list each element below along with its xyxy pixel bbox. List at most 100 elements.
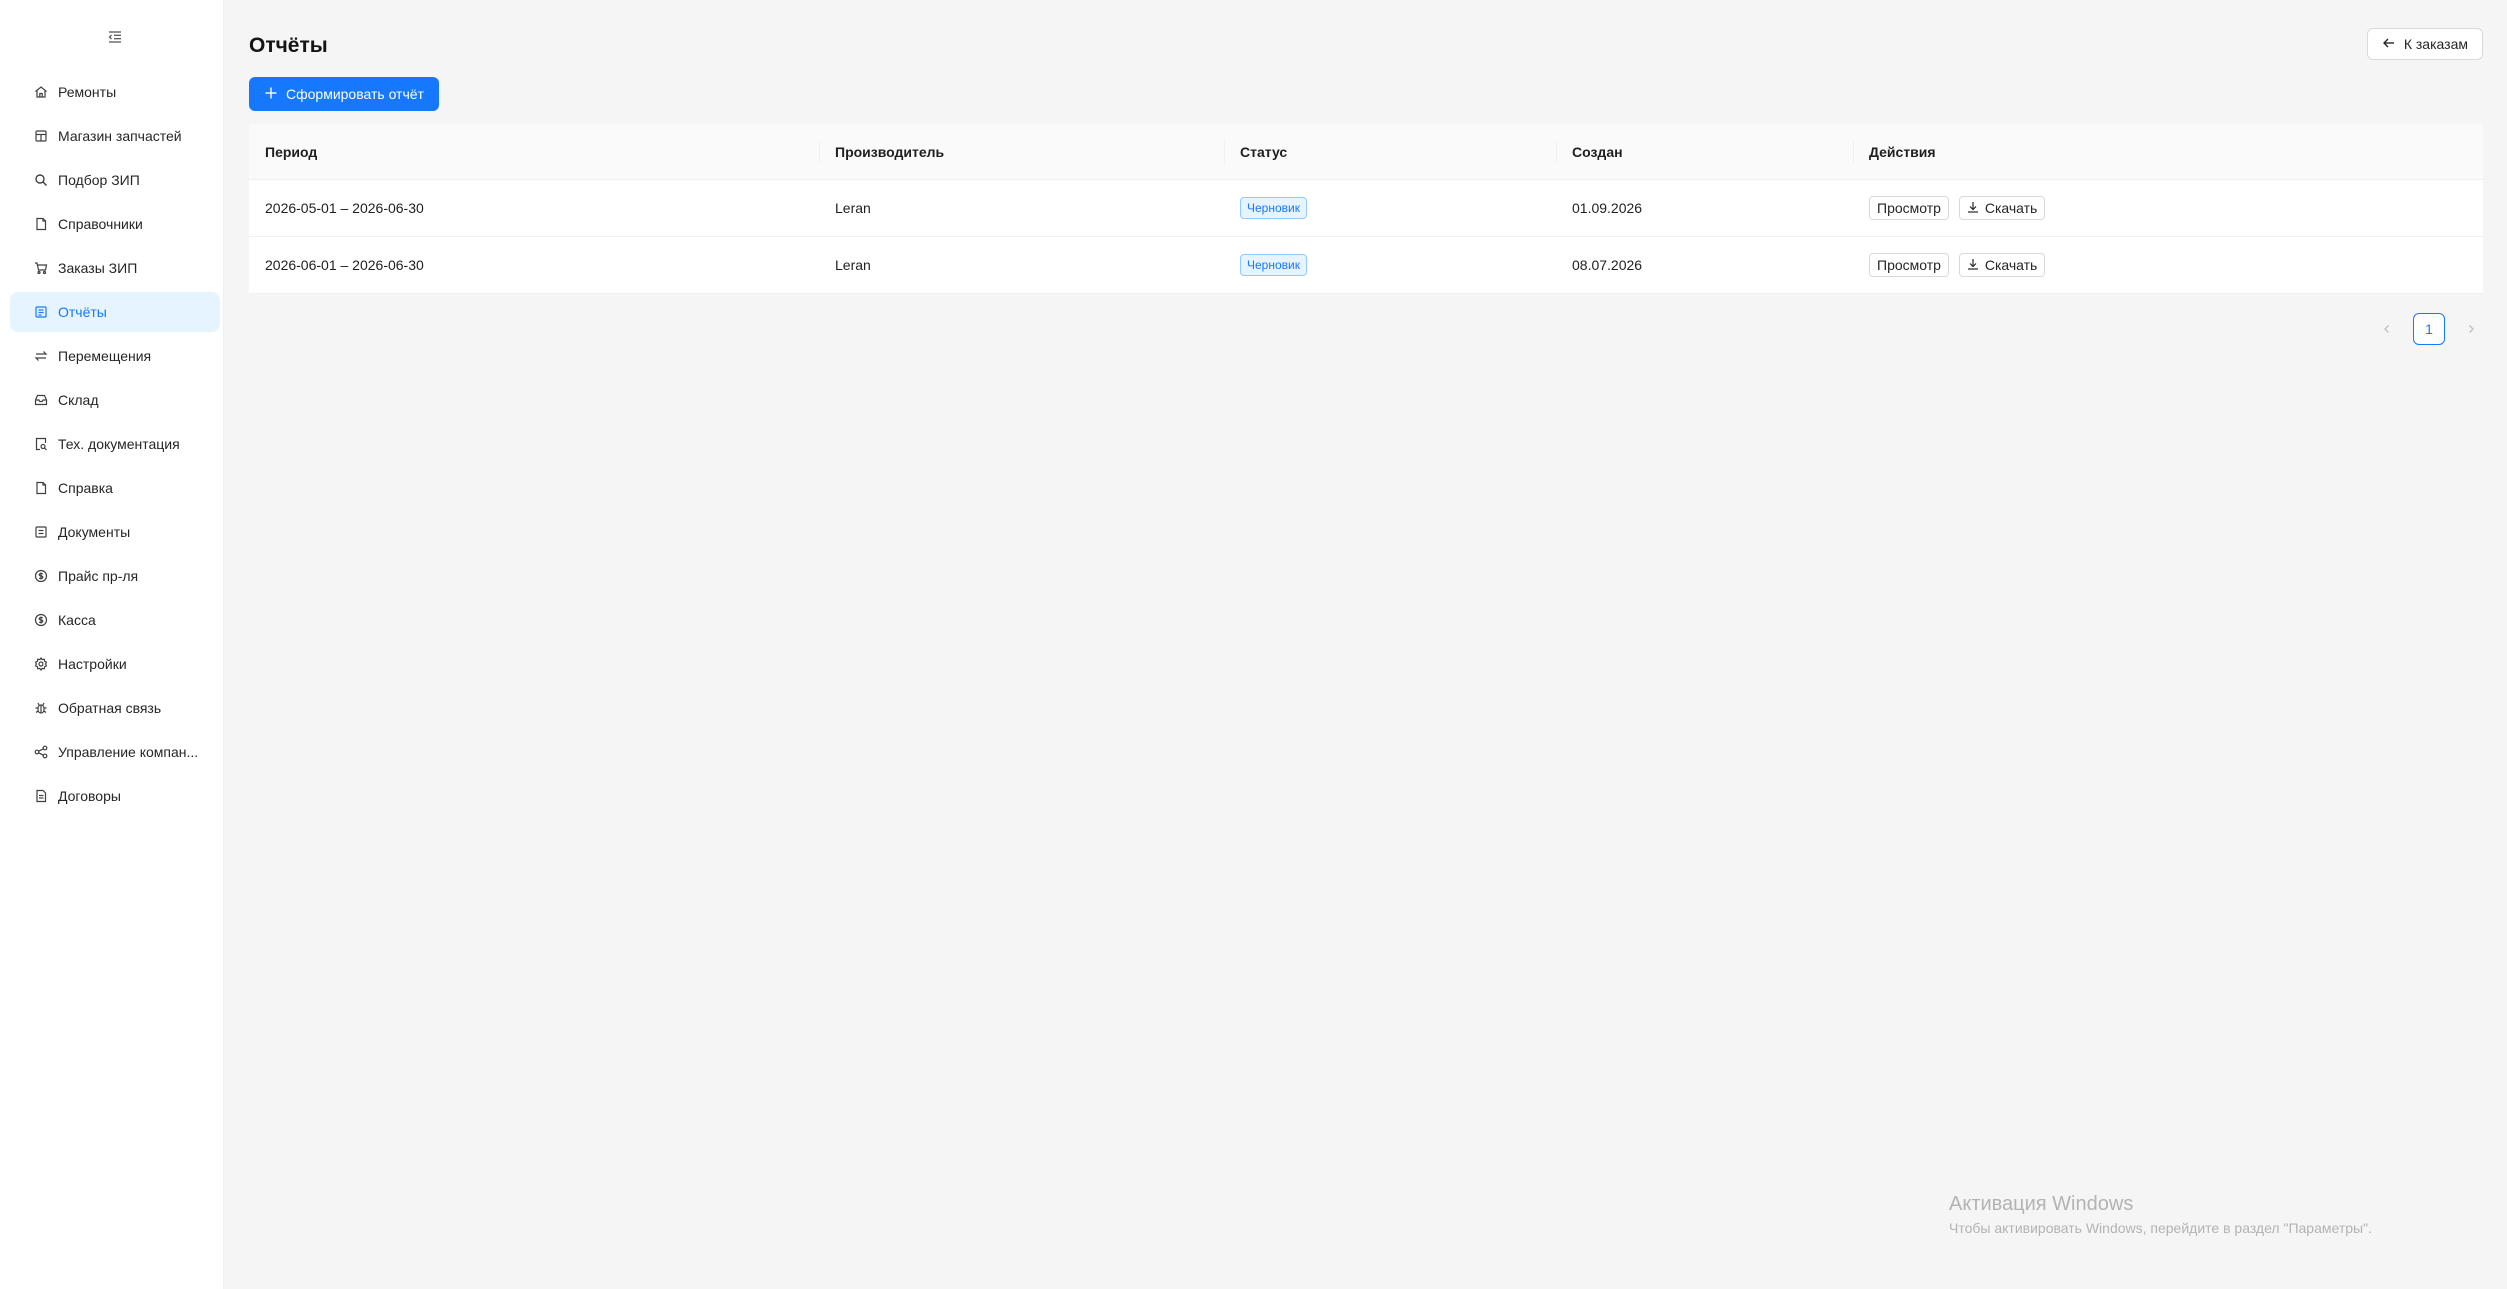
status-badge: Черновик (1240, 254, 1307, 276)
watermark-title: Активация Windows (1949, 1193, 2134, 1215)
reports-table: Период Производитель Статус Создан Дейст… (249, 124, 2483, 294)
arrow-left-icon (2382, 36, 2396, 53)
create-report-button[interactable]: Сформировать отчёт (249, 77, 439, 111)
watermark-subtitle: Чтобы активировать Windows, перейдите в … (1949, 1220, 2372, 1236)
download-button[interactable]: Скачать (1958, 253, 2046, 277)
view-label: Просмотр (1877, 200, 1941, 216)
sidebar-item-label: Документы (58, 524, 131, 540)
swap-icon (34, 349, 48, 363)
page-title: Отчёты (249, 34, 328, 57)
book-icon (34, 481, 48, 495)
cell-status: Черновик (1224, 254, 1556, 276)
sidebar-item-repairs[interactable]: Ремонты (10, 72, 220, 112)
main-content: Отчёты К заказам Сформировать отчёт Пери… (225, 0, 2507, 1289)
settings-icon (34, 657, 48, 671)
sidebar-item-label: Заказы ЗИП (58, 260, 138, 276)
download-button[interactable]: Скачать (1958, 196, 2046, 220)
cart-icon (34, 261, 48, 275)
cell-status: Черновик (1224, 197, 1556, 219)
sidebar-item-documents[interactable]: Документы (10, 512, 220, 552)
sidebar-item-label: Управление компан... (58, 744, 199, 760)
dollar-icon (34, 569, 48, 583)
sidebar-item-price-list[interactable]: Прайс пр-ля (10, 556, 220, 596)
home-icon (34, 85, 48, 99)
cell-created: 01.09.2026 (1572, 200, 1643, 216)
sidebar-item-directories[interactable]: Справочники (10, 204, 220, 244)
chevron-left-icon[interactable] (2375, 313, 2399, 345)
cell-manufacturer: Leran (835, 257, 871, 273)
column-header-manufacturer: Производитель (819, 144, 1224, 160)
cell-period: 2026-06-01 – 2026-06-30 (265, 257, 424, 273)
table-header: Период Производитель Статус Создан Дейст… (249, 124, 2483, 180)
sidebar-item-label: Тех. документация (58, 436, 180, 452)
sidebar-item-settings[interactable]: Настройки (10, 644, 220, 684)
sidebar-item-cashbox[interactable]: Касса (10, 600, 220, 640)
sidebar-item-parts-selection[interactable]: Подбор ЗИП (10, 160, 220, 200)
sidebar-item-contracts[interactable]: Договоры (10, 776, 220, 816)
column-header-status: Статус (1224, 144, 1556, 160)
cell-manufacturer: Leran (835, 200, 871, 216)
plus-icon (264, 86, 278, 103)
sidebar-item-tech-docs[interactable]: Тех. документация (10, 424, 220, 464)
inbox-icon (34, 393, 48, 407)
sidebar-item-label: Обратная связь (58, 700, 162, 716)
sidebar-item-help[interactable]: Справка (10, 468, 220, 508)
sidebar-item-transfers[interactable]: Перемещения (10, 336, 220, 376)
sidebar-item-label: Склад (58, 392, 99, 408)
column-header-period: Период (265, 143, 318, 160)
view-button[interactable]: Просмотр (1869, 196, 1949, 220)
sidebar-item-parts-shop[interactable]: Магазин запчастей (10, 116, 220, 156)
sidebar-item-label: Справочники (58, 216, 143, 232)
windows-activation-watermark: Активация Windows Чтобы активировать Win… (1949, 1193, 2372, 1236)
dollar-icon (34, 613, 48, 627)
search-icon (34, 173, 48, 187)
document-icon (34, 525, 48, 539)
cell-actions: Просмотр Скачать (1853, 196, 2483, 220)
share-icon (34, 745, 48, 759)
page-number[interactable]: 1 (2413, 313, 2445, 345)
report-icon (34, 305, 48, 319)
download-icon (1967, 257, 1979, 273)
sidebar-item-label: Подбор ЗИП (58, 172, 140, 188)
create-report-label: Сформировать отчёт (286, 86, 424, 102)
sidebar-item-feedback[interactable]: Обратная связь (10, 688, 220, 728)
status-badge: Черновик (1240, 197, 1307, 219)
sidebar-item-warehouse[interactable]: Склад (10, 380, 220, 420)
file-search-icon (34, 437, 48, 451)
table-row: 2026-05-01 – 2026-06-30 Leran Черновик 0… (249, 180, 2483, 237)
download-label: Скачать (1984, 200, 2038, 216)
sidebar-item-label: Отчёты (58, 304, 107, 320)
sidebar-item-label: Касса (58, 612, 96, 628)
download-label: Скачать (1984, 257, 2038, 273)
table-row: 2026-06-01 – 2026-06-30 Leran Черновик 0… (249, 237, 2483, 294)
sidebar-item-label: Договоры (58, 788, 121, 804)
shop-icon (34, 129, 48, 143)
sidebar-item-label: Справка (58, 480, 113, 496)
sidebar-item-company-management[interactable]: Управление компан... (10, 732, 220, 772)
download-icon (1967, 200, 1979, 216)
book-icon (34, 217, 48, 231)
sidebar-item-label: Перемещения (58, 348, 152, 364)
back-button-label: К заказам (2403, 36, 2468, 52)
column-header-created: Создан (1556, 144, 1853, 160)
sidebar-nav: Ремонты Магазин запчастей Подбор ЗИП Спр… (10, 72, 220, 820)
cell-period: 2026-05-01 – 2026-06-30 (265, 200, 424, 216)
sidebar-item-label: Магазин запчастей (58, 128, 182, 144)
sidebar-item-label: Ремонты (58, 84, 117, 100)
menu-fold-icon[interactable] (104, 26, 126, 48)
sidebar-item-reports[interactable]: Отчёты (10, 292, 220, 332)
chevron-right-icon[interactable] (2459, 313, 2483, 345)
sidebar-item-parts-orders[interactable]: Заказы ЗИП (10, 248, 220, 288)
bug-icon (34, 701, 48, 715)
sidebar-item-label: Настройки (58, 656, 127, 672)
view-label: Просмотр (1877, 257, 1941, 273)
cell-created: 08.07.2026 (1572, 257, 1643, 273)
column-header-actions: Действия (1853, 144, 2483, 160)
sidebar-item-label: Прайс пр-ля (58, 568, 139, 584)
view-button[interactable]: Просмотр (1869, 253, 1949, 277)
contract-icon (34, 789, 48, 803)
app-window: Ремонты Магазин запчастей Подбор ЗИП Спр… (0, 0, 2507, 1289)
pagination: 1 (2375, 313, 2483, 345)
back-to-orders-button[interactable]: К заказам (2366, 28, 2483, 60)
cell-actions: Просмотр Скачать (1853, 253, 2483, 277)
